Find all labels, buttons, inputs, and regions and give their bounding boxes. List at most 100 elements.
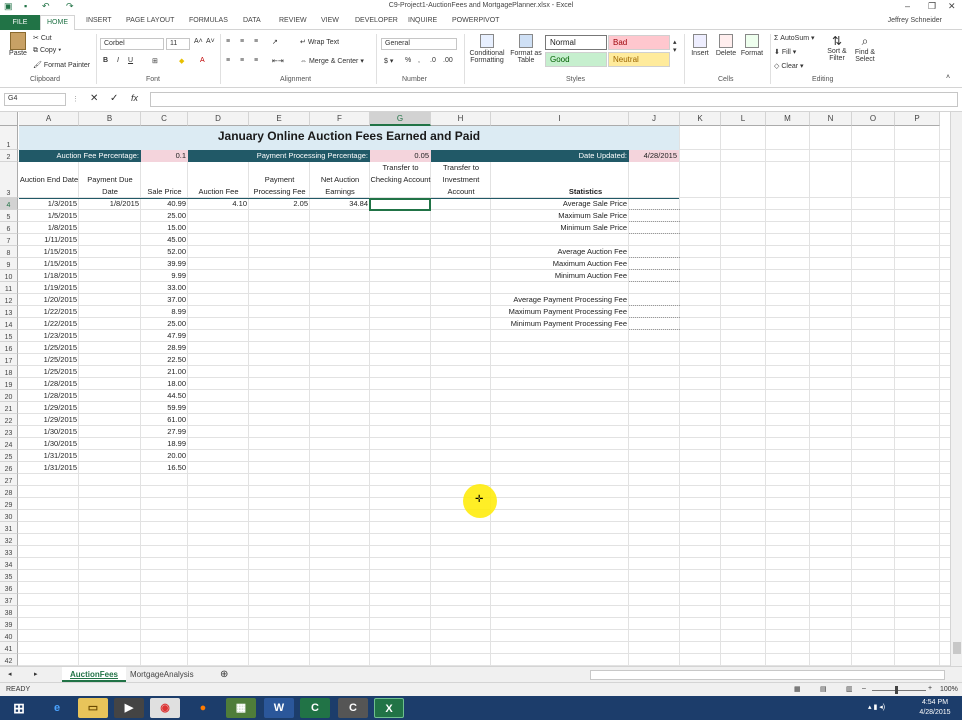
- cell-c22[interactable]: 61.00: [141, 414, 188, 426]
- cell-c19[interactable]: 18.00: [141, 378, 188, 390]
- cell-c24[interactable]: 18.99: [141, 438, 188, 450]
- page-break-view-icon[interactable]: ▥: [846, 685, 853, 693]
- cell-f21[interactable]: [310, 402, 370, 414]
- cell-f24[interactable]: [310, 438, 370, 450]
- sort-filter-button[interactable]: ⇅ Sort & Filter: [824, 34, 850, 62]
- cell-f23[interactable]: [310, 426, 370, 438]
- cell-a9[interactable]: 1/15/2015: [19, 258, 79, 270]
- cell-f14[interactable]: [310, 318, 370, 330]
- cell-d6[interactable]: [188, 222, 249, 234]
- cell-b25[interactable]: [79, 450, 141, 462]
- cell-a16[interactable]: 1/25/2015: [19, 342, 79, 354]
- cell-c25[interactable]: 20.00: [141, 450, 188, 462]
- cell-f10[interactable]: [310, 270, 370, 282]
- cell-b5[interactable]: [79, 210, 141, 222]
- row-header-27[interactable]: 27: [0, 474, 18, 486]
- cut-button[interactable]: ✂ Cut: [33, 34, 52, 42]
- cell-e13[interactable]: [249, 306, 310, 318]
- cell-c21[interactable]: 59.99: [141, 402, 188, 414]
- cell-c6[interactable]: 15.00: [141, 222, 188, 234]
- cell-a13[interactable]: 1/22/2015: [19, 306, 79, 318]
- cell-f6[interactable]: [310, 222, 370, 234]
- statistics-value-cell[interactable]: [629, 258, 680, 270]
- auction-fee-label[interactable]: Auction Fee Percentage:: [19, 150, 141, 162]
- word-icon[interactable]: W: [264, 698, 294, 718]
- tab-insert[interactable]: INSERT: [86, 17, 112, 24]
- row-header-20[interactable]: 20: [0, 390, 18, 402]
- cell-b16[interactable]: [79, 342, 141, 354]
- zoom-in-icon[interactable]: +: [928, 685, 932, 692]
- row-header-17[interactable]: 17: [0, 354, 18, 366]
- tab-powerpivot[interactable]: POWERPIVOT: [452, 17, 499, 24]
- cell-c26[interactable]: 16.50: [141, 462, 188, 474]
- tab-review[interactable]: REVIEW: [279, 17, 307, 24]
- row-header-29[interactable]: 29: [0, 498, 18, 510]
- tab-file[interactable]: FILE: [0, 15, 40, 30]
- cell-d11[interactable]: [188, 282, 249, 294]
- scroll-right-icon[interactable]: ▸: [34, 670, 38, 678]
- cell-c20[interactable]: 44.50: [141, 390, 188, 402]
- row-header-37[interactable]: 37: [0, 594, 18, 606]
- cell-d8[interactable]: [188, 246, 249, 258]
- row-header-25[interactable]: 25: [0, 450, 18, 462]
- row-header-2[interactable]: 2: [0, 150, 18, 162]
- clear-button[interactable]: ◇ Clear ▾: [774, 62, 804, 70]
- cell-f8[interactable]: [310, 246, 370, 258]
- cell-c7[interactable]: 45.00: [141, 234, 188, 246]
- cell-a22[interactable]: 1/29/2015: [19, 414, 79, 426]
- bold-icon[interactable]: B: [103, 57, 108, 64]
- tab-formulas[interactable]: FORMULAS: [189, 17, 228, 24]
- cell-c5[interactable]: 25.00: [141, 210, 188, 222]
- cell-e12[interactable]: [249, 294, 310, 306]
- format-painter-button[interactable]: 🖌 Format Painter: [33, 61, 90, 69]
- comma-icon[interactable]: ,: [418, 57, 420, 64]
- row-header-36[interactable]: 36: [0, 582, 18, 594]
- cell-c11[interactable]: 33.00: [141, 282, 188, 294]
- cell-e22[interactable]: [249, 414, 310, 426]
- clock[interactable]: 4:54 PM 4/28/2015: [912, 698, 958, 718]
- cell-e14[interactable]: [249, 318, 310, 330]
- cell-d25[interactable]: [188, 450, 249, 462]
- style-good[interactable]: Good: [545, 52, 607, 67]
- cell-e9[interactable]: [249, 258, 310, 270]
- cell-e4[interactable]: 2.05: [249, 198, 310, 210]
- align-right-icon[interactable]: ≡: [254, 57, 258, 64]
- cell-c23[interactable]: 27.99: [141, 426, 188, 438]
- scroll-left-icon[interactable]: ◂: [8, 670, 12, 678]
- column-header-l[interactable]: L: [721, 112, 766, 126]
- enter-icon[interactable]: ✓: [110, 93, 118, 104]
- cell-f22[interactable]: [310, 414, 370, 426]
- cell-d20[interactable]: [188, 390, 249, 402]
- column-header-f[interactable]: F: [310, 112, 370, 126]
- sheet-tab-mortgageanalysis[interactable]: MortgageAnalysis: [122, 667, 202, 682]
- insert-cells-button[interactable]: Insert: [689, 34, 711, 57]
- tray-icons[interactable]: ▴ ▮ ◂): [868, 703, 885, 711]
- delete-cells-button[interactable]: Delete: [714, 34, 738, 57]
- fill-color-icon[interactable]: ◆: [179, 57, 184, 65]
- internet-explorer-icon[interactable]: e: [42, 698, 72, 718]
- tab-developer[interactable]: DEVELOPER: [355, 17, 398, 24]
- selected-cell[interactable]: [369, 198, 431, 211]
- date-updated-label[interactable]: Date Updated:: [431, 150, 629, 162]
- row-header-33[interactable]: 33: [0, 546, 18, 558]
- restore-icon[interactable]: ❐: [928, 1, 936, 12]
- cell-a19[interactable]: 1/28/2015: [19, 378, 79, 390]
- cell-b14[interactable]: [79, 318, 141, 330]
- excel-icon[interactable]: X: [374, 698, 404, 718]
- font-color-icon[interactable]: A: [200, 57, 205, 64]
- statistics-label[interactable]: Average Payment Processing Fee: [491, 294, 629, 306]
- cell-a10[interactable]: 1/18/2015: [19, 270, 79, 282]
- merge-center-button[interactable]: ⇔ Merge & Center ▾: [300, 57, 364, 65]
- cell-b18[interactable]: [79, 366, 141, 378]
- close-icon[interactable]: ✕: [948, 1, 956, 12]
- recorder-icon[interactable]: C: [338, 698, 368, 718]
- cell-f9[interactable]: [310, 258, 370, 270]
- row-header-7[interactable]: 7: [0, 234, 18, 246]
- align-middle-icon[interactable]: ≡: [240, 38, 244, 45]
- column-header-b[interactable]: B: [79, 112, 141, 126]
- font-size-dropdown[interactable]: 11: [166, 38, 190, 50]
- cell-a20[interactable]: 1/28/2015: [19, 390, 79, 402]
- cell-b21[interactable]: [79, 402, 141, 414]
- row-header-23[interactable]: 23: [0, 426, 18, 438]
- cell-e7[interactable]: [249, 234, 310, 246]
